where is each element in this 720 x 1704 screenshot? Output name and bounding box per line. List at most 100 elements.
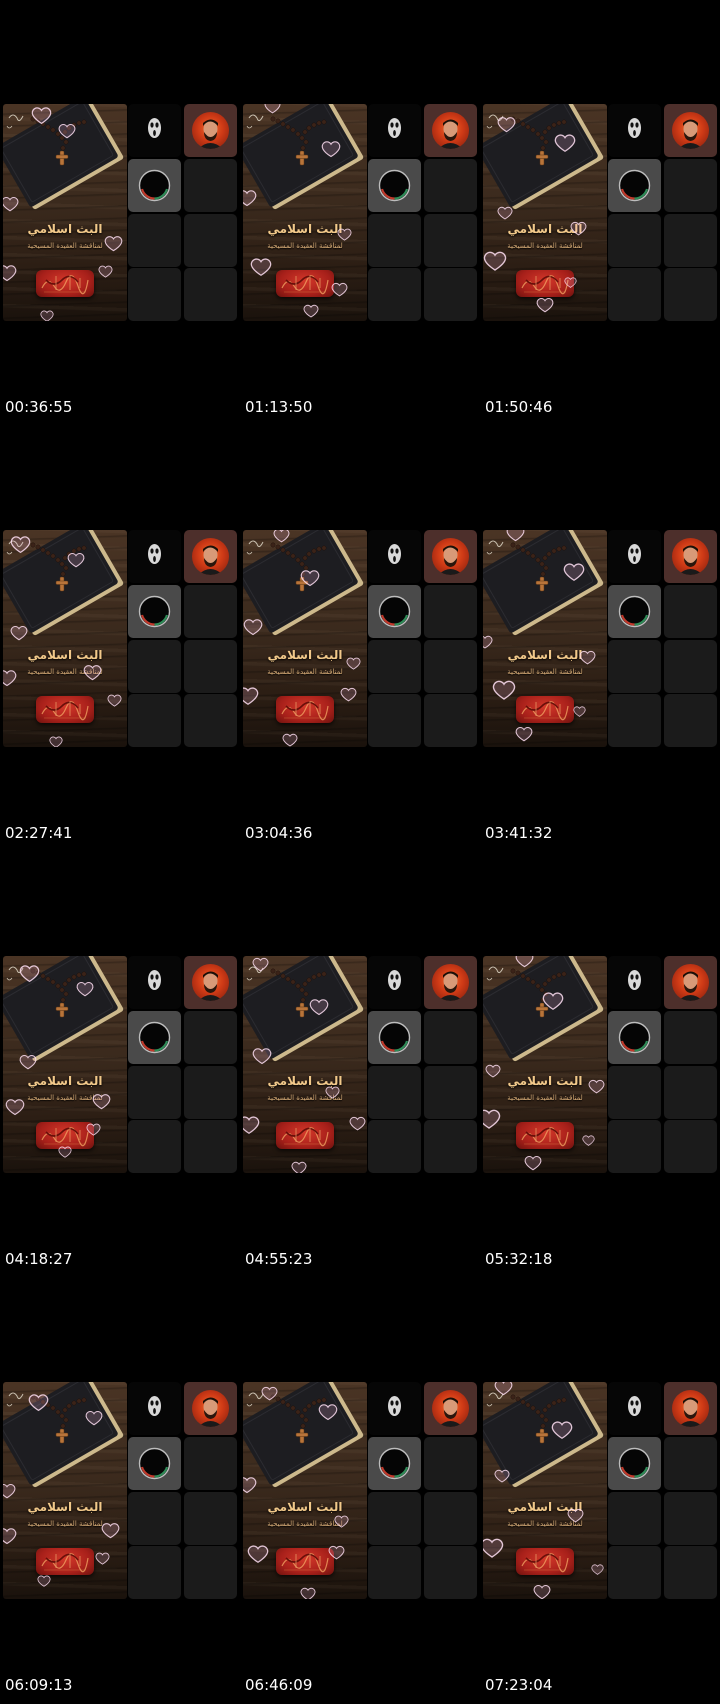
participant-tile-logo xyxy=(608,159,661,212)
poster-image: البث اسلامي لمناقشة العقيدة المسيحية xyxy=(3,104,127,321)
video-frame-thumbnail: البث اسلامي لمناقشة العقيدة المسيحية xyxy=(3,956,237,1173)
heart-bubble-icon xyxy=(494,1468,510,1488)
poster-title: البث اسلامي xyxy=(27,648,103,662)
heart-bubble-icon xyxy=(328,1544,345,1565)
heart-bubble-icon xyxy=(570,220,587,241)
heart-bubble-icon xyxy=(340,686,357,707)
heart-bubble-icon xyxy=(334,1514,349,1533)
heart-bubble-icon xyxy=(10,534,31,559)
empty-participant-tile xyxy=(608,694,661,747)
logo-ring-icon xyxy=(618,169,651,202)
empty-participant-tile xyxy=(608,1546,661,1599)
participant-tile-mask xyxy=(608,956,661,1009)
frame-timestamp: 04:55:23 xyxy=(245,1250,313,1268)
empty-participant-tile xyxy=(424,640,477,693)
calligraphy-emblem-logo xyxy=(36,1548,94,1575)
frame-cell: البث اسلامي لمناقشة العقيدة المسيحية xyxy=(243,104,477,424)
calligraphy-emblem-logo xyxy=(516,1122,574,1149)
heart-bubble-icon xyxy=(243,1475,257,1499)
logo-ring-icon xyxy=(618,1447,651,1480)
poster-subtitle: لمناقشة العقيدة المسيحية xyxy=(267,1094,343,1102)
heart-bubble-icon xyxy=(282,732,298,747)
heart-bubble-icon xyxy=(92,1092,111,1115)
heart-bubble-icon xyxy=(49,734,63,747)
heart-bubble-icon xyxy=(588,1078,605,1099)
frame-cell: البث اسلامي لمناقشة العقيدة المسيحية xyxy=(3,1382,237,1702)
logo-ring-icon xyxy=(378,169,411,202)
empty-participant-tile xyxy=(184,585,237,638)
heart-bubble-icon xyxy=(58,1144,72,1163)
empty-participant-tile xyxy=(184,1546,237,1599)
host-avatar xyxy=(432,964,469,1001)
poster-subtitle: لمناقشة العقيدة المسيحية xyxy=(507,1520,583,1528)
empty-participant-tile xyxy=(664,1120,717,1173)
frame-cell: البث اسلامي لمناقشة العقيدة المسيحية xyxy=(243,530,477,850)
participant-tile-host xyxy=(184,956,237,1009)
empty-participant-tile xyxy=(664,1492,717,1545)
mask-icon xyxy=(148,118,161,138)
participant-tile-host xyxy=(424,1382,477,1435)
empty-participant-tile xyxy=(184,1066,237,1119)
empty-participant-tile xyxy=(184,1120,237,1173)
logo-ring-icon xyxy=(138,1447,171,1480)
heart-bubble-icon xyxy=(261,1385,278,1406)
participant-tile-mask xyxy=(128,530,181,583)
heart-bubble-icon xyxy=(291,1160,307,1173)
heart-bubble-icon xyxy=(492,678,516,706)
heart-bubble-icon xyxy=(318,1402,338,1426)
empty-participant-tile xyxy=(128,640,181,693)
empty-participant-tile xyxy=(424,1011,477,1064)
frame-cell: البث اسلامي لمناقشة العقيدة المسيحية xyxy=(483,1382,717,1702)
mask-icon xyxy=(148,970,161,990)
empty-participant-tile xyxy=(608,1492,661,1545)
heart-bubble-icon xyxy=(554,132,576,158)
empty-participant-tile xyxy=(128,1066,181,1119)
participant-tile-mask xyxy=(608,1382,661,1435)
poster-image: البث اسلامي لمناقشة العقيدة المسيحية xyxy=(243,1382,367,1599)
heart-bubble-icon xyxy=(243,188,257,212)
empty-participant-tile xyxy=(424,1492,477,1545)
heart-bubble-icon xyxy=(494,1382,513,1401)
calligraphy-emblem-logo xyxy=(276,270,334,297)
heart-bubble-icon xyxy=(303,303,319,321)
heart-bubble-icon xyxy=(497,115,516,138)
heart-bubble-icon xyxy=(31,105,52,130)
heart-bubble-icon xyxy=(321,139,341,163)
heart-bubble-icon xyxy=(591,1561,604,1580)
empty-participant-tile xyxy=(128,214,181,267)
heart-bubble-icon xyxy=(5,1097,25,1121)
empty-participant-tile xyxy=(608,1066,661,1119)
empty-participant-tile xyxy=(608,640,661,693)
heart-bubble-icon xyxy=(104,234,123,257)
video-frame-thumbnail: البث اسلامي لمناقشة العقيدة المسيحية xyxy=(243,530,477,747)
heart-bubble-icon xyxy=(40,308,54,321)
heart-bubble-icon xyxy=(515,956,534,973)
heart-bubble-icon xyxy=(331,281,348,302)
participant-tile-logo xyxy=(608,1011,661,1064)
empty-participant-tile xyxy=(424,268,477,321)
participant-tile-host xyxy=(664,104,717,157)
empty-participant-tile xyxy=(664,1546,717,1599)
mask-icon xyxy=(628,970,641,990)
heart-bubble-icon xyxy=(483,1107,501,1135)
mask-icon xyxy=(628,1396,641,1416)
video-frame-thumbnail: البث اسلامي لمناقشة العقيدة المسيحية xyxy=(483,530,717,747)
participant-tile-host xyxy=(424,956,477,1009)
frame-cell: البث اسلامي لمناقشة العقيدة المسيحية xyxy=(483,104,717,424)
calligraphy-emblem-logo xyxy=(276,696,334,723)
empty-participant-tile xyxy=(368,640,421,693)
host-avatar xyxy=(432,1390,469,1427)
calligraphy-emblem-logo xyxy=(516,696,574,723)
poster-title: البث اسلامي xyxy=(27,1074,103,1088)
heart-bubble-icon xyxy=(107,693,122,712)
empty-participant-tile xyxy=(184,268,237,321)
mask-icon xyxy=(628,118,641,138)
heart-bubble-icon xyxy=(485,1063,501,1083)
heart-bubble-icon xyxy=(252,1046,272,1070)
video-frame-thumbnail: البث اسلامي لمناقشة العقيدة المسيحية xyxy=(243,104,477,321)
empty-participant-tile xyxy=(184,159,237,212)
heart-bubble-icon xyxy=(483,1536,504,1564)
participant-tile-logo xyxy=(368,585,421,638)
empty-participant-tile xyxy=(128,1492,181,1545)
participant-tile-logo xyxy=(368,159,421,212)
